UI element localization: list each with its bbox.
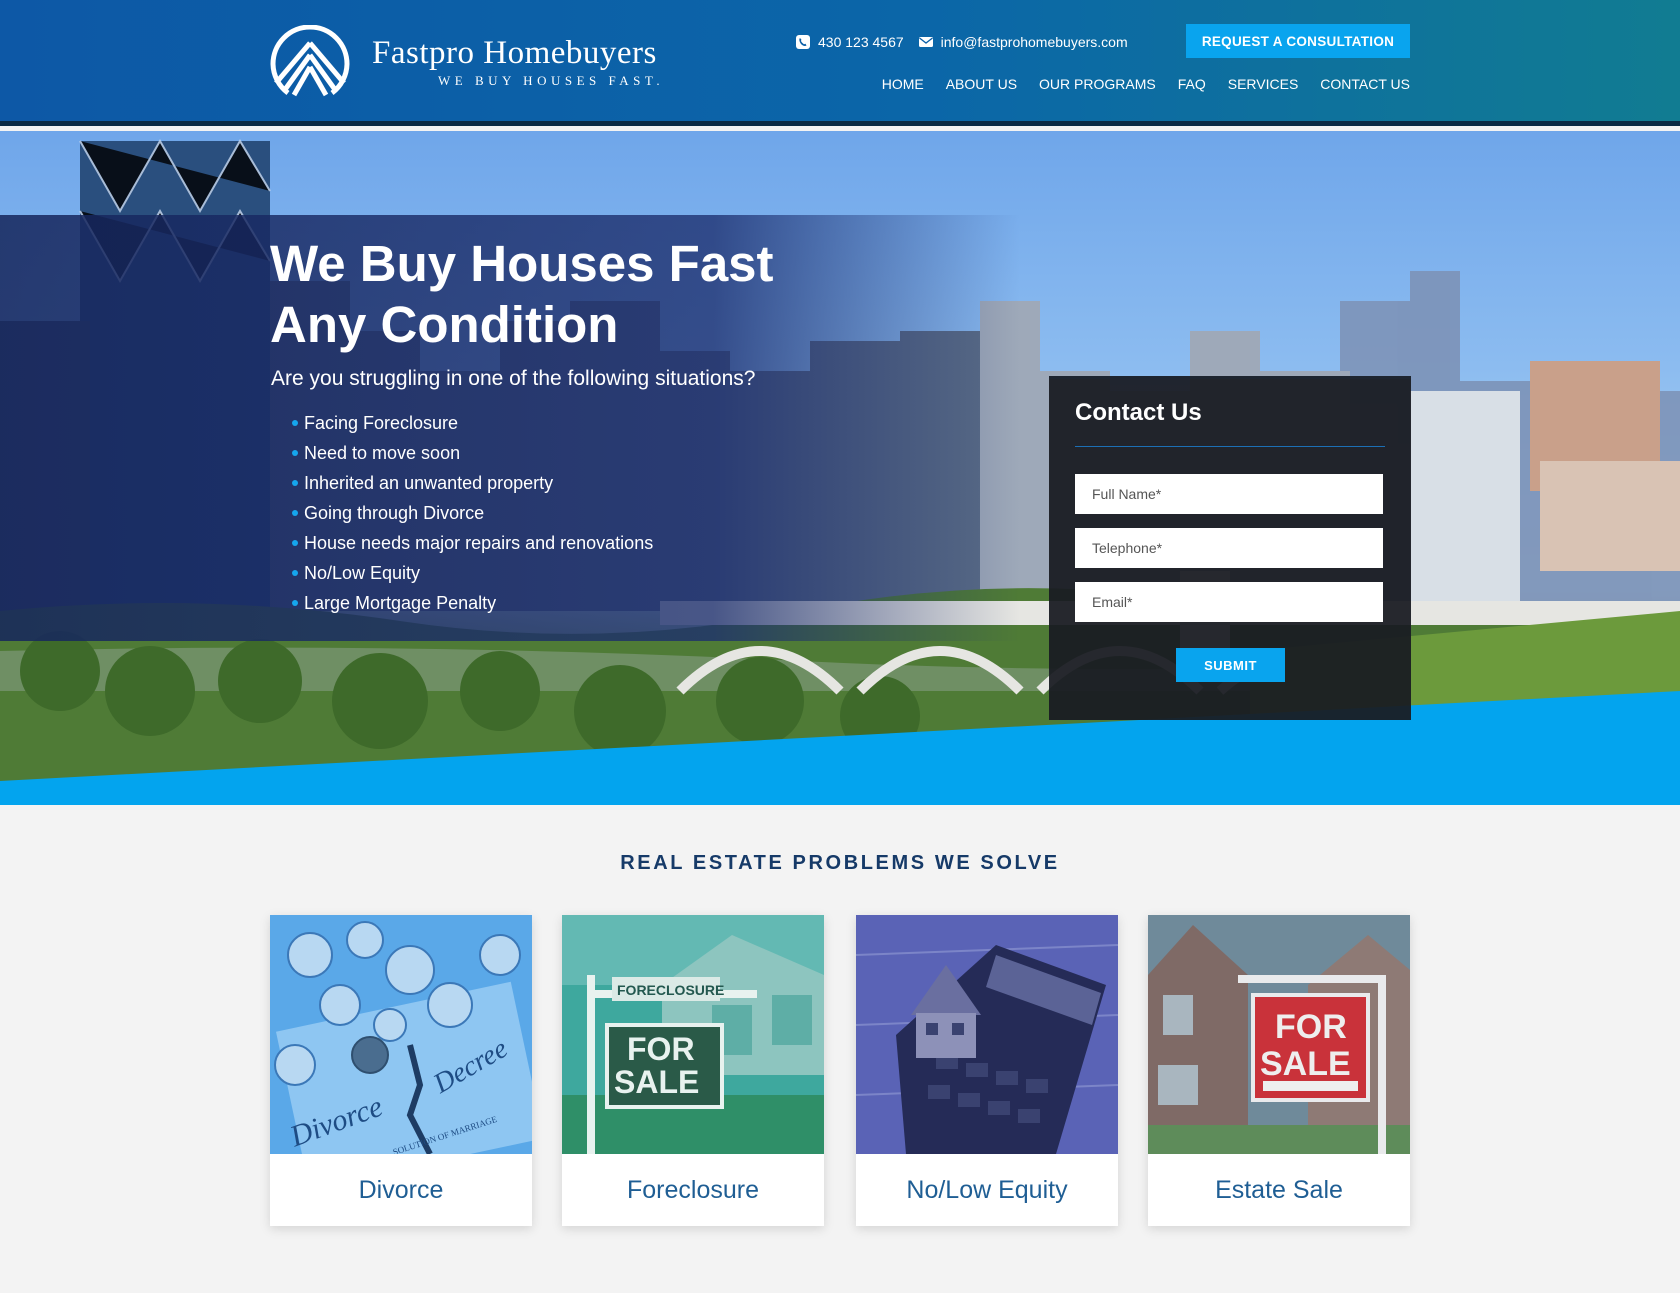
list-item: Inherited an unwanted property [291, 468, 653, 498]
divorce-image: Divorce Decree SOLUTION OF MARRIAGE [270, 915, 532, 1154]
phone-number: 430 123 4567 [818, 34, 904, 50]
calculator-house-illustration [856, 915, 1118, 1154]
image-text-for: FOR [627, 1031, 695, 1067]
brand-logo[interactable]: Fastpro Homebuyers WE BUY HOUSES FAST. [270, 24, 720, 100]
card-label: Foreclosure [627, 1175, 759, 1204]
email-address: info@fastprohomebuyers.com [940, 34, 1128, 50]
list-item: Need to move soon [291, 438, 653, 468]
card-foreclosure[interactable]: FORECLOSURE FOR SALE Foreclosure [562, 915, 824, 1226]
telephone-field[interactable] [1075, 528, 1383, 568]
for-sale-sign-illustration: FOR SALE [1148, 915, 1410, 1154]
card-label: Estate Sale [1215, 1175, 1343, 1204]
problems-section-title: REAL ESTATE PROBLEMS WE SOLVE [620, 852, 1060, 874]
list-item: No/Low Equity [291, 558, 653, 588]
hero-question: Are you struggling in one of the followi… [271, 367, 756, 390]
nav-services[interactable]: SERVICES [1228, 76, 1299, 92]
email-link[interactable]: info@fastprohomebuyers.com [918, 34, 1128, 50]
contact-form: Contact Us SUBMIT [1049, 376, 1411, 720]
brand-tagline: WE BUY HOUSES FAST. [438, 73, 665, 88]
equity-image [856, 915, 1118, 1154]
header-contact-info: 430 123 4567 info@fastprohomebuyers.com [796, 32, 1143, 52]
estate-sale-image: FOR SALE [1148, 915, 1410, 1154]
nav-faq[interactable]: FAQ [1178, 76, 1206, 92]
divider [1075, 446, 1385, 447]
card-estate-sale[interactable]: FOR SALE Estate Sale [1148, 915, 1410, 1226]
phone-icon [796, 35, 810, 49]
image-text-sale: SALE [1260, 1045, 1351, 1083]
logo-mark-icon [270, 25, 350, 97]
main-nav: HOME ABOUT US OUR PROGRAMS FAQ SERVICES … [860, 76, 1410, 92]
envelope-icon [918, 37, 933, 47]
brand-name: Fastpro Homebuyers [372, 35, 657, 71]
submit-button[interactable]: SUBMIT [1176, 648, 1285, 682]
hero-title-line-2: Any Condition [270, 296, 619, 353]
divorce-decree-illustration: Divorce Decree SOLUTION OF MARRIAGE [270, 915, 532, 1154]
situations-list: Facing Foreclosure Need to move soon Inh… [291, 408, 653, 618]
image-text-foreclosure: FORECLOSURE [617, 982, 724, 998]
hero-title-line-1: We Buy Houses Fast [270, 235, 774, 292]
problems-cards: Divorce Decree SOLUTION OF MARRIAGE Divo… [270, 915, 1410, 1227]
list-item: House needs major repairs and renovation… [291, 528, 653, 558]
card-no-low-equity[interactable]: No/Low Equity [856, 915, 1118, 1226]
list-item: Facing Foreclosure [291, 408, 653, 438]
nav-contact-us[interactable]: CONTACT US [1320, 76, 1410, 92]
site-header: Fastpro Homebuyers WE BUY HOUSES FAST. 4… [0, 0, 1680, 126]
hero-section: We Buy Houses Fast Any Condition Are you… [0, 131, 1680, 805]
list-item: Large Mortgage Penalty [291, 588, 653, 618]
phone-link[interactable]: 430 123 4567 [796, 34, 904, 50]
card-label: Divorce [358, 1175, 444, 1204]
card-label: No/Low Equity [906, 1175, 1068, 1204]
nav-about-us[interactable]: ABOUT US [946, 76, 1017, 92]
foreclosure-image: FORECLOSURE FOR SALE [562, 915, 824, 1154]
nav-home[interactable]: HOME [882, 76, 924, 92]
foreclosure-sign-illustration: FORECLOSURE FOR SALE [562, 915, 824, 1154]
contact-form-title: Contact Us [1075, 399, 1202, 426]
hero-title: We Buy Houses Fast Any Condition [270, 233, 890, 355]
full-name-field[interactable] [1075, 474, 1383, 514]
image-text-for: FOR [1275, 1008, 1347, 1046]
list-item: Going through Divorce [291, 498, 653, 528]
image-text-sale: SALE [614, 1064, 699, 1100]
email-field[interactable] [1075, 582, 1383, 622]
request-consultation-button[interactable]: REQUEST A CONSULTATION [1186, 24, 1410, 58]
nav-our-programs[interactable]: OUR PROGRAMS [1039, 76, 1156, 92]
card-divorce[interactable]: Divorce Decree SOLUTION OF MARRIAGE Divo… [270, 915, 532, 1226]
